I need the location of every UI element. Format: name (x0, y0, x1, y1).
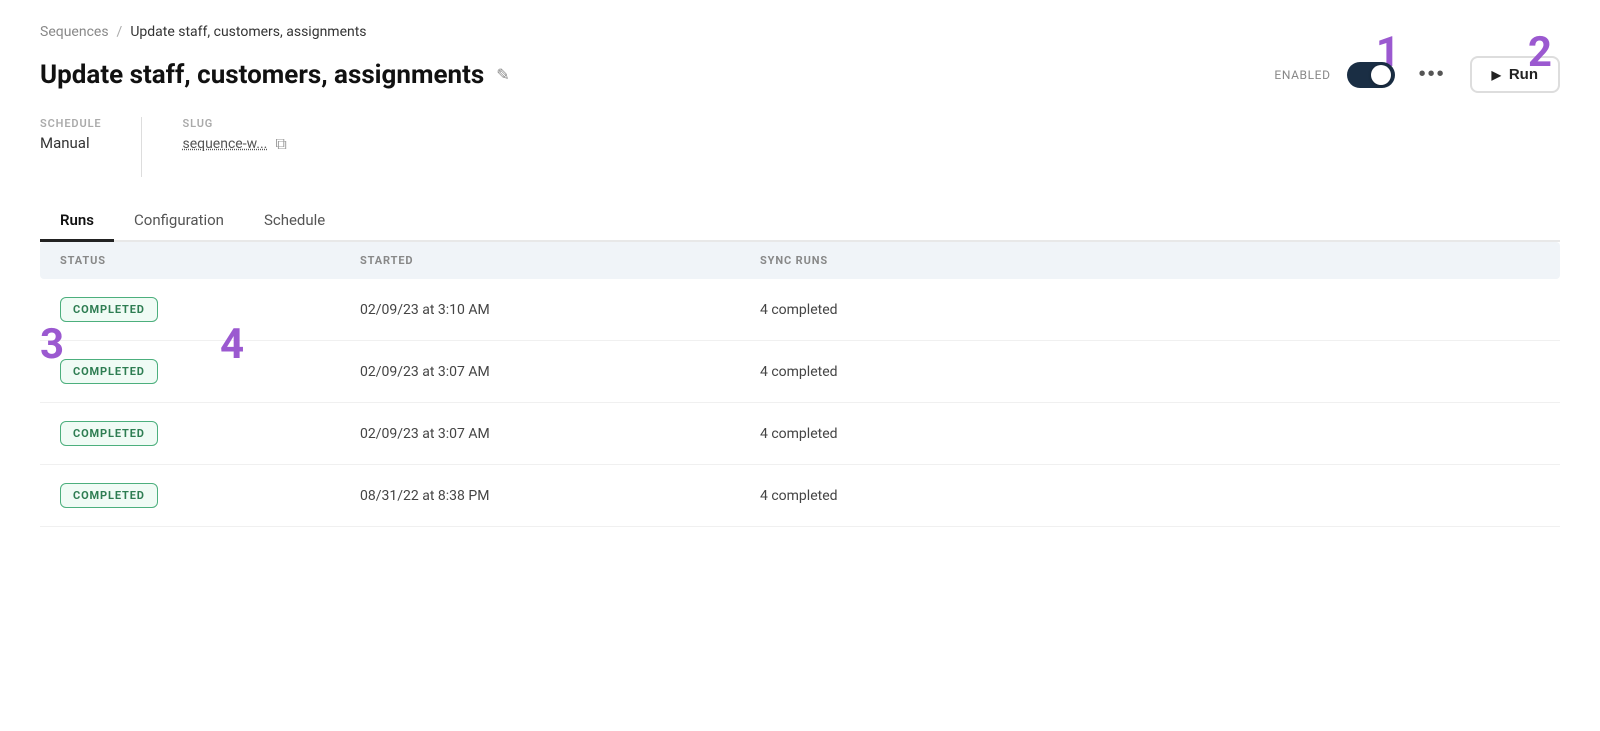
status-badge-0: COMPLETED (60, 297, 158, 322)
header-right: ENABLED ••• ▶ Run (1274, 56, 1560, 93)
tabs: Runs Configuration Schedule (40, 201, 1560, 242)
header-row: Update staff, customers, assignments ✎ E… (40, 56, 1560, 93)
enabled-toggle[interactable] (1347, 62, 1395, 88)
breadcrumb: Sequences / Update staff, customers, ass… (40, 24, 1560, 40)
col-header-started: STARTED (360, 254, 760, 267)
slug-value: sequence-w... (182, 136, 267, 152)
table-row[interactable]: COMPLETED 02/09/23 at 3:07 AM 4 complete… (40, 403, 1560, 465)
page-title: Update staff, customers, assignments (40, 60, 484, 90)
table-row[interactable]: COMPLETED 02/09/23 at 3:10 AM 4 complete… (40, 279, 1560, 341)
status-cell-0: COMPLETED (60, 297, 360, 322)
play-icon: ▶ (1492, 68, 1501, 82)
meta-divider (141, 117, 142, 177)
sync-cell-2: 4 completed (760, 426, 1540, 442)
table-row[interactable]: COMPLETED 08/31/22 at 8:38 PM 4 complete… (40, 465, 1560, 527)
started-cell-3: 08/31/22 at 8:38 PM (360, 488, 760, 504)
status-badge-3: COMPLETED (60, 483, 158, 508)
toggle-knob (1371, 65, 1391, 85)
slug-label: SLUG (182, 117, 286, 130)
table-header: STATUS STARTED SYNC RUNS (40, 242, 1560, 279)
started-cell-0: 02/09/23 at 3:10 AM (360, 302, 760, 318)
started-cell-2: 02/09/23 at 3:07 AM (360, 426, 760, 442)
tab-schedule[interactable]: Schedule (244, 201, 345, 242)
status-cell-3: COMPLETED (60, 483, 360, 508)
breadcrumb-current: Update staff, customers, assignments (130, 24, 366, 40)
status-cell-1: COMPLETED (60, 359, 360, 384)
copy-icon[interactable]: ⧉ (275, 134, 286, 154)
status-badge-1: COMPLETED (60, 359, 158, 384)
col-header-status: STATUS (60, 254, 360, 267)
started-cell-1: 02/09/23 at 3:07 AM (360, 364, 760, 380)
sync-cell-3: 4 completed (760, 488, 1540, 504)
schedule-label: SCHEDULE (40, 117, 101, 130)
sync-cell-1: 4 completed (760, 364, 1540, 380)
run-label: Run (1509, 66, 1538, 83)
breadcrumb-separator: / (117, 24, 123, 40)
run-button[interactable]: ▶ Run (1470, 56, 1560, 93)
status-badge-2: COMPLETED (60, 421, 158, 446)
tab-runs[interactable]: Runs (40, 201, 114, 242)
table-row[interactable]: COMPLETED 02/09/23 at 3:07 AM 4 complete… (40, 341, 1560, 403)
slug-field: SLUG sequence-w... ⧉ (182, 117, 286, 177)
edit-icon[interactable]: ✎ (496, 65, 509, 84)
breadcrumb-parent[interactable]: Sequences (40, 24, 109, 40)
header-left: Update staff, customers, assignments ✎ (40, 60, 510, 90)
sync-cell-0: 4 completed (760, 302, 1540, 318)
enabled-label: ENABLED (1274, 68, 1330, 82)
status-cell-2: COMPLETED (60, 421, 360, 446)
slug-row: sequence-w... ⧉ (182, 134, 286, 154)
page: 1 2 3 4 Sequences / Update staff, custom… (0, 0, 1600, 731)
schedule-field: SCHEDULE Manual (40, 117, 101, 177)
meta-row: SCHEDULE Manual SLUG sequence-w... ⧉ (40, 117, 1560, 177)
col-header-sync-runs: SYNC RUNS (760, 254, 1540, 267)
schedule-value: Manual (40, 134, 101, 152)
tab-configuration[interactable]: Configuration (114, 201, 244, 242)
table-container: STATUS STARTED SYNC RUNS COMPLETED 02/09… (40, 242, 1560, 527)
more-options-button[interactable]: ••• (1411, 59, 1454, 90)
